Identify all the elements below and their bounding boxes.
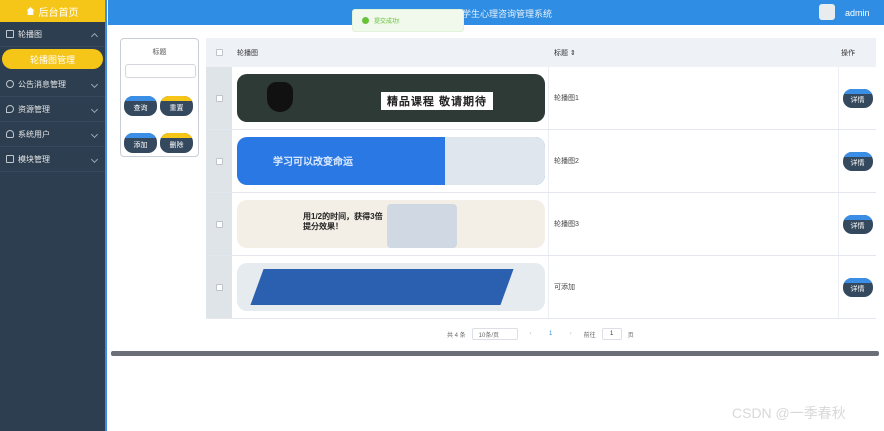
search-panel: 标题 查询 重置 添加 删除	[120, 38, 199, 157]
info-icon	[6, 80, 14, 88]
chevron-up-icon	[90, 32, 99, 41]
banner-image	[237, 263, 545, 311]
carousel-table: 轮播图 标题 ⇕ 操作 精品课程 敬请期待 轮播图1 详情 学习可以改变命运 轮…	[206, 38, 876, 319]
page-number-current[interactable]: 1	[544, 328, 558, 340]
top-bar: 大学生心理咨询管理系统 admin	[108, 0, 884, 25]
sidebar-item-label: 模块管理	[18, 154, 50, 164]
goto-label: 前往	[583, 332, 596, 339]
chevron-down-icon	[90, 105, 99, 114]
chevron-down-icon	[90, 155, 99, 164]
column-header-title[interactable]: 标题 ⇕	[549, 48, 839, 58]
sidebar-item-label: 资源管理	[18, 104, 50, 114]
sidebar-item-label: 系统用户	[18, 129, 50, 139]
table-row: 精品课程 敬请期待 轮播图1 详情	[206, 67, 876, 130]
sidebar: 后台首页 轮播图 轮播图管理 公告消息管理 资源管理 系统用户 模块管理	[0, 0, 107, 431]
page-suffix: 页	[627, 332, 634, 339]
sidebar-subitem-carousel-manage[interactable]: 轮播图管理	[2, 49, 103, 69]
toast-message: 提交成功!	[374, 19, 400, 25]
banner-image: 精品课程 敬请期待	[237, 74, 545, 122]
banner-text: 用1/2的时间，获得3倍提分效果！	[303, 212, 383, 231]
add-button[interactable]: 添加	[124, 133, 157, 153]
table-row: 用1/2的时间，获得3倍提分效果！ 轮播图3 详情	[206, 193, 876, 256]
detail-button[interactable]: 详情	[842, 214, 873, 234]
row-title: 轮播图1	[549, 67, 839, 129]
home-icon	[26, 7, 35, 15]
sidebar-item-label: 轮播图	[18, 29, 42, 39]
sidebar-item-users[interactable]: 系统用户	[0, 122, 105, 147]
sidebar-item-label: 公告消息管理	[18, 79, 66, 89]
sidebar-item-modules[interactable]: 模块管理	[0, 147, 105, 172]
banner-text: 精品课程 敬请期待	[380, 92, 493, 110]
home-label: 后台首页	[38, 7, 79, 19]
reset-button[interactable]: 重置	[160, 96, 193, 116]
check-circle-icon	[362, 17, 369, 24]
home-link[interactable]: 后台首页	[0, 0, 105, 22]
row-title: 轮播图3	[549, 193, 839, 255]
user-icon	[6, 130, 14, 138]
delete-button[interactable]: 删除	[160, 133, 193, 153]
chevron-down-icon	[90, 130, 99, 139]
row-checkbox[interactable]	[215, 220, 223, 228]
row-checkbox[interactable]	[215, 94, 223, 102]
table-header: 轮播图 标题 ⇕ 操作	[206, 38, 876, 67]
title-label: 标题	[152, 49, 167, 56]
success-toast: 提交成功!	[352, 9, 464, 32]
grid-icon	[6, 155, 14, 163]
sidebar-item-notice[interactable]: 公告消息管理	[0, 72, 105, 97]
table-row: 可添加 详情	[206, 256, 876, 319]
detail-button[interactable]: 详情	[842, 277, 873, 297]
row-checkbox[interactable]	[215, 283, 223, 291]
banner-image: 学习可以改变命运	[237, 137, 545, 185]
goto-page-input[interactable]: 1	[601, 328, 622, 340]
column-header-image: 轮播图	[237, 49, 258, 57]
next-page-button[interactable]: ›	[564, 328, 578, 340]
query-button[interactable]: 查询	[124, 96, 157, 116]
watermark: CSDN @一季春秋	[732, 405, 846, 421]
detail-button[interactable]: 详情	[842, 151, 873, 171]
image-icon	[6, 30, 14, 38]
pagination: 共 4 条 10条/页 ‹ 1 › 前往 1 页	[447, 328, 634, 340]
sidebar-item-carousel[interactable]: 轮播图	[0, 22, 105, 47]
page-size-select[interactable]: 10条/页	[471, 328, 518, 340]
row-title: 轮播图2	[549, 130, 839, 192]
system-title: 大学生心理咨询管理系统	[453, 9, 553, 19]
row-title: 可添加	[549, 256, 839, 318]
horizontal-scrollbar[interactable]	[111, 351, 879, 356]
avatar[interactable]	[819, 4, 835, 20]
total-count: 共 4 条	[447, 332, 466, 339]
column-header-op: 操作	[841, 49, 855, 57]
row-checkbox[interactable]	[215, 157, 223, 165]
title-search-input[interactable]	[125, 64, 196, 78]
chevron-down-icon	[90, 80, 99, 89]
detail-button[interactable]: 详情	[842, 88, 873, 108]
banner-text: 学习可以改变命运	[273, 157, 353, 168]
sidebar-item-resource[interactable]: 资源管理	[0, 97, 105, 122]
location-icon	[6, 105, 14, 113]
prev-page-button[interactable]: ‹	[524, 328, 538, 340]
banner-image: 用1/2的时间，获得3倍提分效果！	[237, 200, 545, 248]
select-all-checkbox[interactable]	[215, 49, 223, 56]
username[interactable]: admin	[845, 8, 870, 18]
table-row: 学习可以改变命运 轮播图2 详情	[206, 130, 876, 193]
